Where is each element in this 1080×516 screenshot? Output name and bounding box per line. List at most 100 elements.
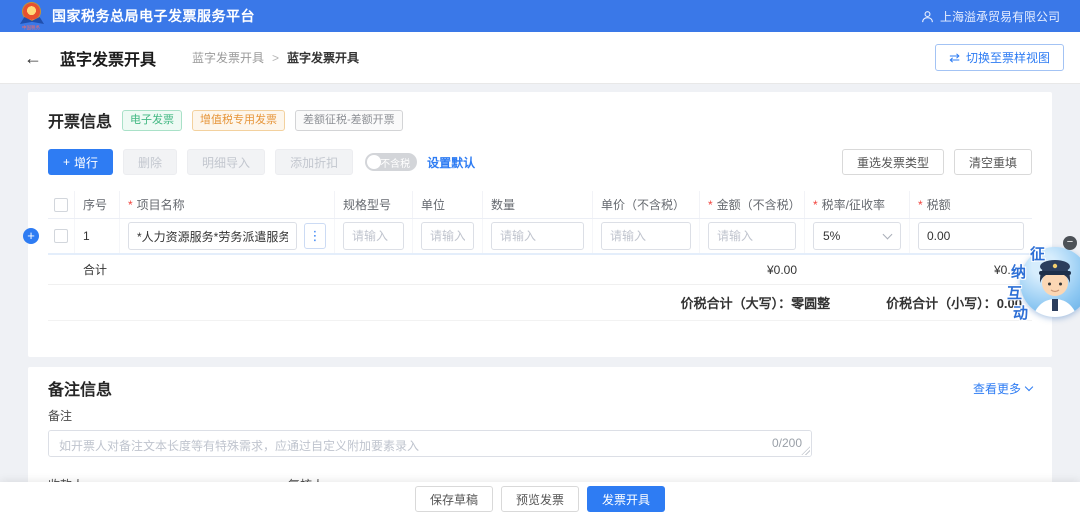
mascot-char: 征 [1030,243,1045,264]
view-more-link[interactable]: 查看更多 [973,380,1032,397]
tax-exclusive-toggle[interactable]: 不含税 [365,153,417,171]
switch-to-sample-view-button[interactable]: ⇄ 切换至票样视图 [935,44,1064,71]
remark-header: 备注信息 查看更多 [48,376,1032,400]
tax-officer-illustration [1020,247,1080,317]
breadcrumb-item[interactable]: 蓝字发票开具 [192,49,264,66]
import-details-button[interactable]: 明细导入 [187,149,265,175]
mascot-officer-avatar[interactable] [1020,247,1080,317]
issue-invoice-button[interactable]: 发票开具 [587,486,665,512]
total-amount-value: ¥0.00 [700,263,805,277]
unit-price-input[interactable] [601,222,691,250]
add-discount-button[interactable]: 添加折扣 [275,149,353,175]
column-header-rate: * 税率/征收率 [805,191,910,218]
reselect-invoice-type-button[interactable]: 重选发票类型 [842,149,944,175]
row-checkbox-cell [48,219,75,253]
add-row-button[interactable]: + 增行 [48,149,113,175]
quantity-input[interactable] [491,222,584,250]
column-header-amount: * 金额（不含税） [700,191,805,218]
platform-title: 国家税务总局电子发票服务平台 [52,6,255,26]
remark-textarea[interactable] [48,430,812,457]
logo-caption: 中国税务 [22,24,40,30]
invoice-info-card: 开票信息 电子发票 增值税专用发票 差额征税-差额开票 + 增行 删除 明细导入… [28,92,1052,357]
set-default-link[interactable]: 设置默认 [427,154,475,171]
view-more-label: 查看更多 [973,380,1021,397]
table-toolbar: + 增行 删除 明细导入 添加折扣 不含税 设置默认 重选发票类型 清空重填 [48,149,1032,175]
minimize-widget-icon[interactable]: − [1063,236,1077,250]
column-header-name: *项目名称 [120,191,335,218]
unit-price-cell [593,219,700,253]
company-name: 上海溢承贸易有限公司 [940,8,1060,25]
unit-input[interactable] [421,222,474,250]
column-header-idx: 序号 [75,191,120,218]
item-name-input[interactable] [128,222,297,250]
clear-refill-button[interactable]: 清空重填 [954,149,1032,175]
column-header-unit: 单位 [413,191,483,218]
column-header-label: 规格型号 [343,196,391,213]
spec-input[interactable] [343,222,404,250]
column-header-tax: * 税额 [910,191,1032,218]
quantity-cell [483,219,593,253]
tag-vat-special-invoice: 增值税专用发票 [192,110,285,131]
top-header-bar: 中国税务 国家税务总局电子发票服务平台 上海溢承贸易有限公司 [0,0,1080,32]
toggle-knob [367,155,381,169]
required-mark: * [813,198,818,212]
column-header-label: 单位 [421,196,445,213]
row-checkbox[interactable] [54,229,68,243]
remark-label: 备注 [48,407,1032,424]
footer-action-bar: 保存草稿 预览发票 发票开具 [0,482,1080,516]
sum-in-words: 价税合计（大写）：零圆整 [681,293,831,312]
tax-emblem-icon [23,3,40,20]
breadcrumb-separator: > [272,51,279,65]
select-all-checkbox[interactable] [54,198,68,212]
char-counter: 0/200 [772,436,802,450]
column-header-price: 单价（不含税） [593,191,700,218]
item-name-cell: ⋮ [120,219,335,253]
add-row-label: 增行 [74,154,98,171]
column-header-qty: 数量 [483,191,593,218]
invoice-items-table: 序号 *项目名称规格型号 单位 数量 单价（不含税） * 金额（不含税） * 税率/征收率 * 税额… [48,191,1032,321]
tax-rate-value: 5% [823,229,840,243]
tax-rate-cell: 5% [805,219,910,253]
remark-textarea-wrap: 0/200 [48,430,812,457]
totals-label: 合计 [75,261,120,278]
toolbar-right-group: 重选发票类型 清空重填 [842,149,1032,175]
save-draft-button[interactable]: 保存草稿 [415,486,493,512]
price-tax-sum-row: 价税合计（大写）：零圆整 价税合计（小写）：0.00 [48,285,1032,321]
mascot-char: 纳 [1011,261,1026,282]
invoice-issuance-page: 中国税务 国家税务总局电子发票服务平台 上海溢承贸易有限公司 ← 蓝字发票开具 … [0,0,1080,516]
delete-row-button[interactable]: 删除 [123,149,177,175]
platform-brand: 中国税务 国家税务总局电子发票服务平台 [20,3,255,29]
tax-interaction-widget: − 征 纳 互 动 [1000,234,1080,326]
sum-in-words-label: 价税合计（大写）： [681,296,792,311]
required-mark: * [128,198,133,212]
account-company-menu[interactable]: 上海溢承贸易有限公司 [921,8,1060,25]
breadcrumb: 蓝字发票开具 > 蓝字发票开具 [192,49,359,66]
plus-icon: + [63,155,70,169]
tax-rate-select[interactable]: 5% [813,222,901,250]
back-arrow-icon[interactable]: ← [24,49,42,67]
column-header-label: 金额（不含税） [717,196,801,213]
tag-difference-taxation: 差额征税-差额开票 [295,110,403,131]
more-options-icon[interactable]: ⋮ [304,223,326,249]
sum-in-words-value: 零圆整 [791,296,830,311]
column-header-label: 序号 [83,196,107,213]
column-header-label: 数量 [491,196,515,213]
section-title-remark-info: 备注信息 [48,376,112,400]
amount-cell [700,219,805,253]
insert-row-icon[interactable]: + [23,228,39,244]
amount-input[interactable] [708,222,796,250]
unit-cell [413,219,483,253]
tag-electronic-invoice: 电子发票 [122,110,182,131]
column-header-spec: 规格型号 [335,191,413,218]
row-index-cell: 1 [75,219,120,253]
page-title-bar: ← 蓝字发票开具 蓝字发票开具 > 蓝字发票开具 ⇄ 切换至票样视图 [0,32,1080,84]
mascot-char: 动 [1013,302,1028,323]
column-header-label: 税率/征收率 [822,196,885,213]
toggle-label: 不含税 [380,155,410,170]
preview-invoice-button[interactable]: 预览发票 [501,486,579,512]
column-header-label: 税额 [927,196,951,213]
required-mark: * [708,198,713,212]
resize-grip-icon[interactable] [801,446,810,455]
required-mark: * [918,198,923,212]
user-icon [921,10,934,23]
